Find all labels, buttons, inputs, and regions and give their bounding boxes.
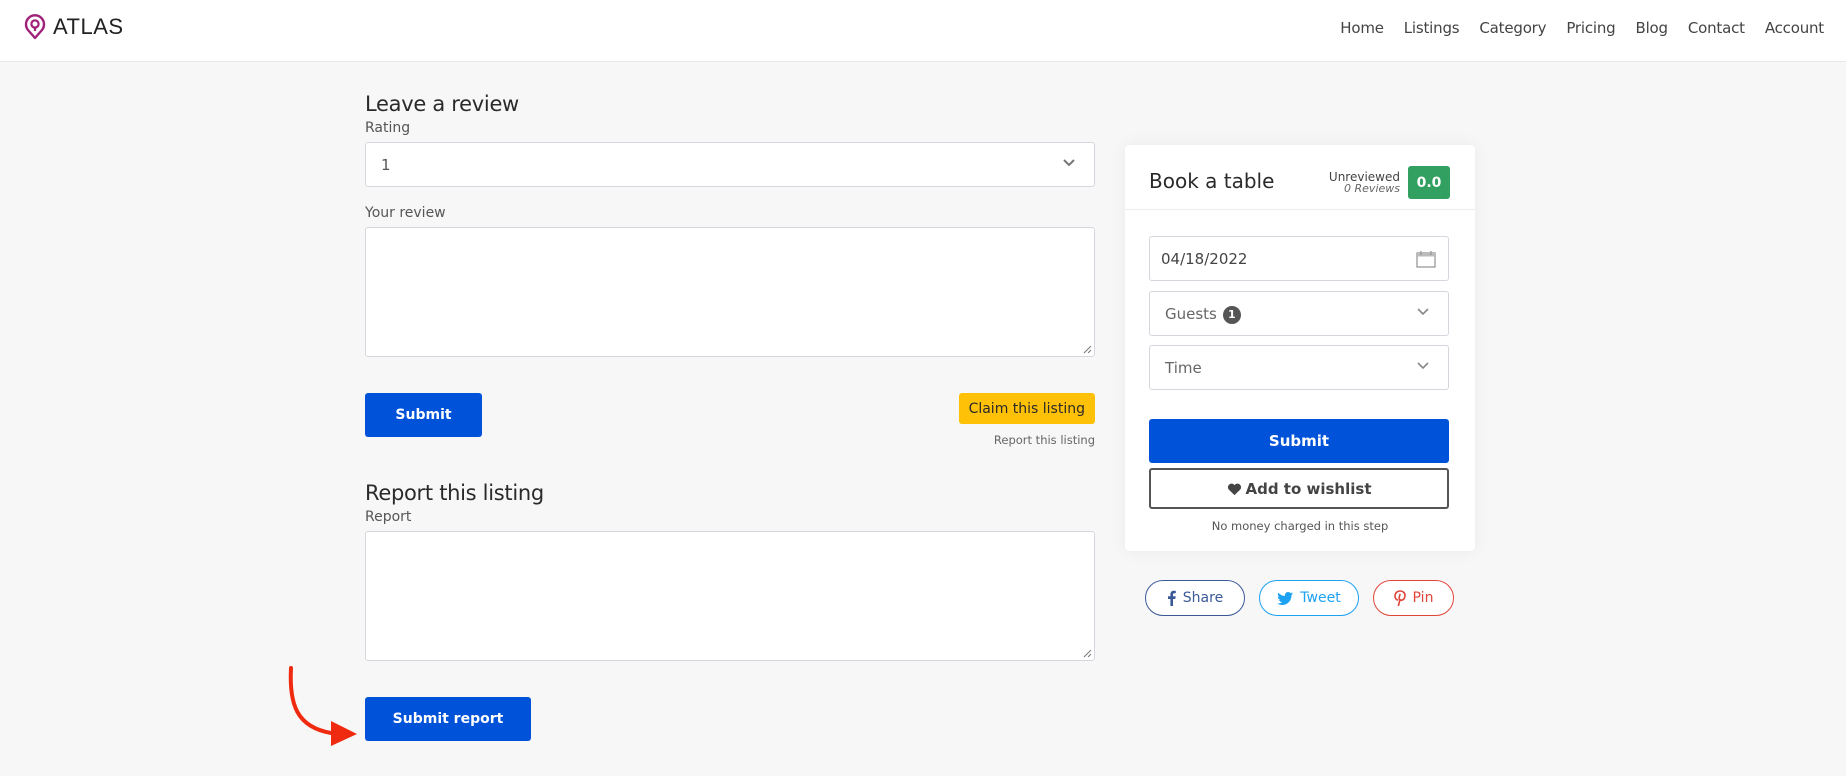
map-pin-icon (24, 14, 46, 40)
brand-name: ATLAS (53, 14, 124, 39)
time-select[interactable]: Time (1149, 345, 1449, 390)
submit-review-button[interactable]: Submit (365, 393, 482, 437)
resize-handle-icon[interactable] (1083, 345, 1092, 354)
report-listing-link[interactable]: Report this listing (994, 433, 1095, 447)
review-textarea[interactable] (365, 227, 1095, 357)
rating-value: 1 (381, 156, 391, 174)
guests-select[interactable]: Guests 1 (1149, 291, 1449, 336)
chevron-down-icon (1417, 308, 1429, 316)
nav-blog[interactable]: Blog (1636, 19, 1669, 37)
facebook-icon (1167, 590, 1176, 606)
book-submit-button[interactable]: Submit (1149, 419, 1449, 463)
nav-listings[interactable]: Listings (1404, 19, 1460, 37)
twitter-tweet-button[interactable]: Tweet (1259, 580, 1359, 616)
add-to-wishlist-button[interactable]: Add to wishlist (1149, 468, 1449, 509)
report-label: Report (365, 509, 412, 525)
time-label: Time (1165, 359, 1202, 377)
nav-pricing[interactable]: Pricing (1566, 19, 1615, 37)
no-charge-note: No money charged in this step (1211, 519, 1389, 533)
booking-card: Book a table Unreviewed 0 Reviews 0.0 04… (1125, 145, 1475, 551)
pinterest-pin-button[interactable]: Pin (1373, 580, 1454, 616)
report-title: Report this listing (365, 481, 544, 505)
review-section: Leave a review Rating 1 Your review Subm… (365, 92, 1095, 741)
calendar-icon[interactable] (1416, 250, 1436, 268)
logo[interactable]: ATLAS (24, 14, 124, 40)
nav-home[interactable]: Home (1340, 19, 1384, 37)
twitter-icon (1277, 591, 1294, 605)
review-actions: Submit Claim this listing Report this li… (365, 393, 1095, 473)
date-value: 04/18/2022 (1161, 250, 1248, 268)
booking-title: Book a table (1149, 169, 1275, 193)
rating-meta: Unreviewed 0 Reviews (1329, 171, 1400, 195)
facebook-label: Share (1182, 590, 1224, 606)
guests-field-label: Guests 1 (1165, 305, 1241, 324)
date-input[interactable]: 04/18/2022 (1149, 236, 1449, 281)
main-nav: Home Listings Category Pricing Blog Cont… (1320, 19, 1824, 37)
report-textarea[interactable] (365, 531, 1095, 661)
review-count: 0 Reviews (1344, 182, 1400, 195)
facebook-share-button[interactable]: Share (1145, 580, 1245, 616)
submit-report-button[interactable]: Submit report (365, 697, 531, 741)
twitter-label: Tweet (1300, 590, 1341, 606)
site-header: ATLAS Home Listings Category Pricing Blo… (0, 0, 1846, 62)
guests-count: 1 (1222, 306, 1241, 324)
nav-account[interactable]: Account (1765, 19, 1824, 37)
booking-header: Book a table Unreviewed 0 Reviews 0.0 (1125, 145, 1475, 210)
review-title: Leave a review (365, 92, 519, 116)
nav-contact[interactable]: Contact (1688, 19, 1745, 37)
heart-icon (1227, 483, 1241, 495)
rating-select[interactable]: 1 (365, 142, 1095, 187)
score-badge: 0.0 (1408, 166, 1450, 199)
rating-label: Rating (365, 120, 411, 136)
annotation-arrow-icon (288, 666, 357, 746)
pinterest-label: Pin (1412, 590, 1434, 606)
wishlist-label: Add to wishlist (1245, 479, 1372, 498)
chevron-down-icon (1063, 159, 1075, 167)
review-label: Your review (365, 205, 446, 221)
guests-label: Guests (1165, 305, 1217, 323)
pinterest-icon (1393, 590, 1406, 606)
resize-handle-icon[interactable] (1083, 649, 1092, 658)
nav-category[interactable]: Category (1479, 19, 1546, 37)
claim-listing-button[interactable]: Claim this listing (958, 393, 1095, 424)
chevron-down-icon (1417, 362, 1429, 370)
